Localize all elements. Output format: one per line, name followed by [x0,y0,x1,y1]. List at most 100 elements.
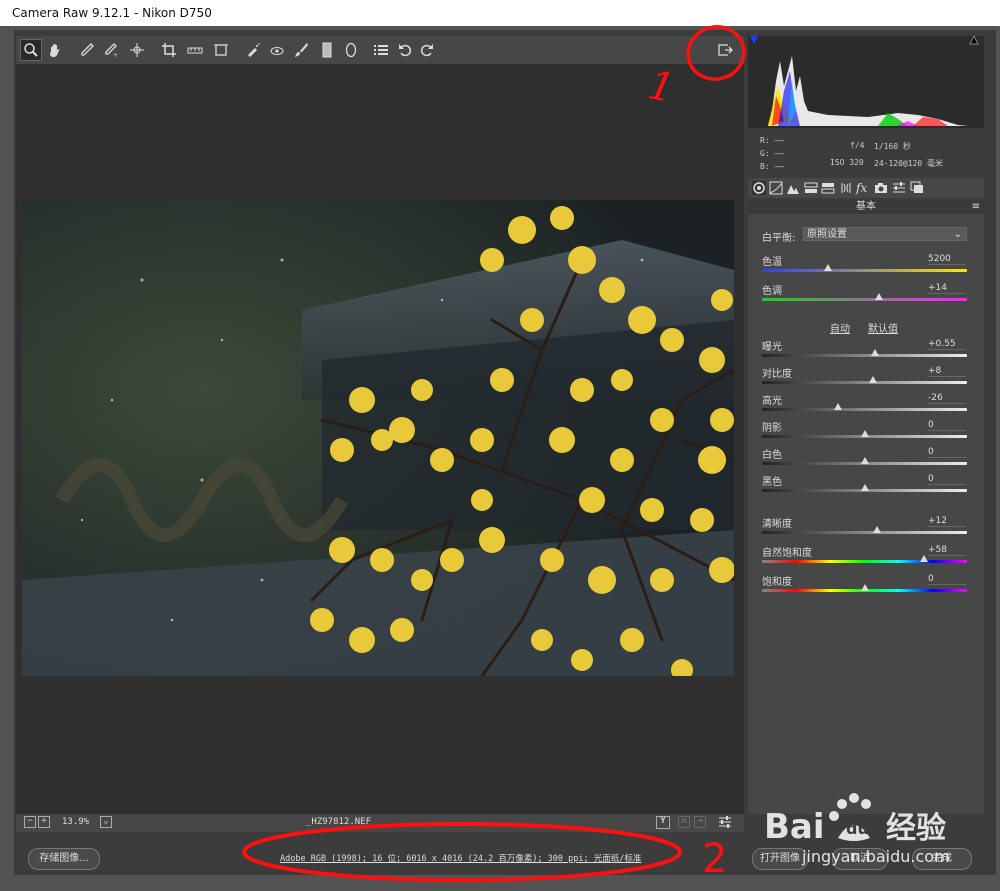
svg-text:+: + [113,52,118,58]
save-image-button[interactable]: 存储图像... [28,848,100,870]
slider-10-label: 饱和度 [762,577,792,588]
tab-basic-icon[interactable] [752,181,766,195]
auto-link[interactable]: 自动 [830,320,850,335]
slider-8-value-field[interactable]: +12 [928,516,966,527]
white-balance-label: 白平衡: [762,233,796,244]
slider-2-label: 曝光 [762,342,782,353]
slider-9-track[interactable] [762,560,967,563]
slider-0-thumb[interactable] [823,264,832,271]
annotation-one: 1 [644,25,746,110]
straighten-tool-icon[interactable] [184,39,206,61]
crop-tool-icon[interactable] [158,39,180,61]
slider-8-label: 清晰度 [762,519,792,530]
white-balance-tool-icon[interactable] [76,39,98,61]
slider-9-thumb[interactable] [919,555,928,562]
shutter-value: 1/160 秒 [874,142,911,151]
slider-6-label: 白色 [762,450,782,461]
tab-detail-icon[interactable] [786,181,800,195]
graduated-filter-tool-icon[interactable] [316,39,338,61]
rotate-cw-icon[interactable] [416,39,438,61]
slider-5-label: 阴影 [762,423,782,434]
zoom-dropdown-chevron-icon[interactable]: ⌄ [100,816,112,828]
spot-removal-tool-icon[interactable] [242,39,264,61]
annotation-two: 2 [242,822,727,882]
tab-tone-curve-icon[interactable] [769,181,783,195]
slider-1-label: 色调 [762,286,782,297]
basic-panel [748,214,984,814]
slider-4-thumb[interactable] [833,403,842,410]
slider-3-value-field[interactable]: +8 [928,366,966,377]
panel-tabs: fx [748,178,984,198]
zoom-tool-icon[interactable] [20,39,42,61]
white-balance-value: 原照设置 [807,229,847,240]
slider-10-value-field[interactable]: 0 [928,574,966,585]
tab-effects-icon[interactable]: fx [856,181,870,195]
slider-6-thumb[interactable] [860,457,869,464]
color-sampler-tool-icon[interactable]: + [100,39,122,61]
targeted-adjustment-tool-icon[interactable] [126,39,148,61]
rotate-ccw-icon[interactable] [394,39,416,61]
hand-tool-icon[interactable] [44,39,66,61]
slider-2-value-field[interactable]: +0.55 [928,339,966,350]
slider-4-track[interactable] [762,408,967,411]
camera-info-panel: R: —— G: —— B: —— f/4 1/160 秒 ISO 320 24… [748,130,984,176]
window-title: Camera Raw 9.12.1 - Nikon D750 [12,6,212,20]
svg-text:du: du [846,819,869,838]
shadow-clipping-icon [750,36,758,44]
zoom-level: 13.9% [62,817,90,827]
tab-camera-calibration-icon[interactable] [874,181,888,195]
slider-1-track[interactable] [762,298,967,301]
slider-7-value-field[interactable]: 0 [928,474,966,485]
presets-list-icon[interactable] [370,39,392,61]
tab-split-toning-icon[interactable] [821,181,835,195]
svg-text:jingyan.baidu.com: jingyan.baidu.com [801,847,950,866]
slider-0-track[interactable] [762,269,967,272]
toolbar: + [16,36,744,64]
slider-8-track[interactable] [762,531,967,534]
r-readout: R: —— [760,136,785,145]
slider-1-value-field[interactable]: +14 [928,283,966,294]
slider-5-value-field[interactable]: 0 [928,420,966,431]
slider-4-label: 高光 [762,396,782,407]
slider-7-thumb[interactable] [860,484,869,491]
slider-8-thumb[interactable] [872,526,881,533]
transform-tool-icon[interactable] [210,39,232,61]
slider-2-thumb[interactable] [870,349,879,356]
slider-0-label: 色温 [762,257,782,268]
zoom-in-button[interactable]: + [38,816,50,828]
slider-10-thumb[interactable] [860,584,869,591]
tab-presets-icon[interactable] [892,181,906,195]
zoom-out-button[interactable]: − [24,816,36,828]
slider-3-label: 对比度 [762,369,792,380]
red-eye-tool-icon[interactable] [266,39,288,61]
lens-value: 24-120@120 毫米 [874,159,943,168]
svg-text:Bai: Bai [764,807,825,847]
slider-9-value-field[interactable]: +58 [928,545,966,556]
slider-3-thumb[interactable] [868,376,877,383]
highlight-clipping-icon [969,36,979,45]
adjustment-brush-tool-icon[interactable] [290,39,312,61]
svg-text:1: 1 [644,62,678,110]
slider-6-value-field[interactable]: 0 [928,447,966,458]
slider-0-value-field[interactable]: 5200 [928,254,966,265]
slider-5-thumb[interactable] [860,430,869,437]
tab-snapshots-icon[interactable] [910,181,924,195]
panel-header: 基本 ≡ [748,200,984,214]
panel-title: 基本 [856,201,876,212]
slider-9-label: 自然饱和度 [762,548,812,559]
slider-1-thumb[interactable] [874,293,883,300]
tab-hsl-icon[interactable] [804,181,818,195]
photo-preview[interactable] [22,200,734,676]
default-link[interactable]: 默认值 [868,320,898,335]
tab-lens-corrections-icon[interactable] [839,181,853,195]
panel-menu-icon[interactable]: ≡ [972,200,980,214]
slider-3-track[interactable] [762,381,967,384]
radial-filter-tool-icon[interactable] [340,39,362,61]
slider-4-value-field[interactable]: -26 [928,393,966,404]
slider-2-track[interactable] [762,354,967,357]
baidu-jingyan-watermark: Bai du 经验 jingyan.baidu.com [746,782,996,882]
white-balance-select[interactable]: 原照设置 ⌄ [803,227,967,241]
slider-7-label: 黑色 [762,477,782,488]
aperture-value: f/4 [850,141,865,150]
svg-text:经验: 经验 [886,811,946,846]
